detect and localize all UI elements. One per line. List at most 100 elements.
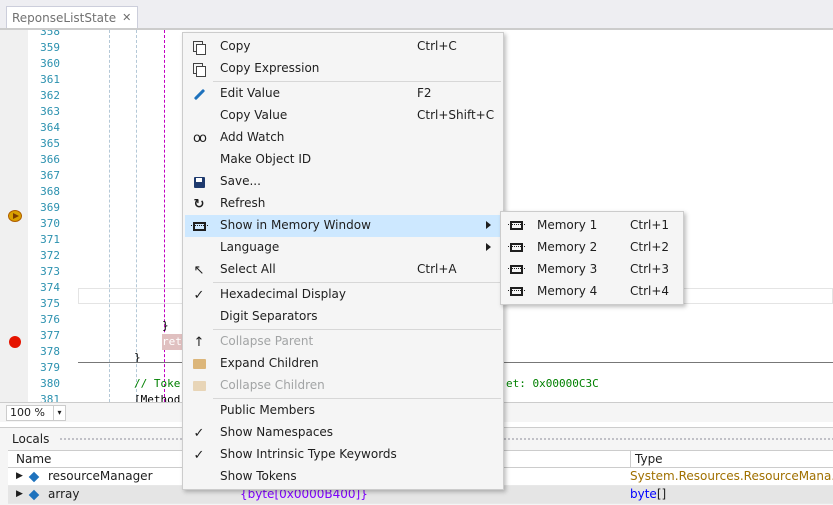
submenu-item-memory-2[interactable]: Memory 2 Ctrl+2 [503, 237, 681, 259]
locals-title: Locals [12, 432, 50, 446]
menu-item-collapse-parent[interactable]: ↑ Collapse Parent [185, 331, 501, 353]
save-icon [191, 174, 207, 190]
menu-item-select-all[interactable]: ↖ Select All Ctrl+A [185, 259, 501, 281]
zoom-level-combo[interactable]: 100 % ▾ [6, 405, 66, 421]
object-icon [28, 471, 40, 483]
menu-item-show-namespaces[interactable]: ✓ Show Namespaces [185, 422, 501, 444]
memory-window-submenu: Memory 1 Ctrl+1 Memory 2 Ctrl+2 Memory 3… [500, 211, 684, 305]
document-tab-strip: ReponseListState ✕ [0, 0, 833, 30]
menu-item-expand-children[interactable]: Expand Children [185, 353, 501, 375]
line-number: 365 [40, 137, 60, 150]
menu-item-label: Select All [220, 262, 276, 276]
menu-item-make-object-id[interactable]: Make Object ID [185, 149, 501, 171]
column-header-name[interactable]: Name [16, 452, 51, 466]
collapse-parent-icon: ↑ [193, 334, 205, 350]
menu-item-public-members[interactable]: Public Members [185, 400, 501, 422]
refresh-icon: ↻ [193, 196, 205, 212]
local-type: System.Resources.ResourceMana... [630, 469, 833, 483]
line-number: 377 [40, 329, 60, 342]
code-return-keyword: ret [162, 335, 182, 348]
line-number: 368 [40, 185, 60, 198]
menu-item-show-tokens[interactable]: Show Tokens [185, 466, 501, 488]
submenu-item-memory-3[interactable]: Memory 3 Ctrl+3 [503, 259, 681, 281]
code-comment-tail: et: 0x00000C3C [506, 377, 599, 390]
memory-chip-icon [190, 218, 208, 234]
line-number: 372 [40, 249, 60, 262]
submenu-item-shortcut: Ctrl+4 [630, 284, 670, 298]
indent-guide [109, 30, 110, 402]
line-number: 376 [40, 313, 60, 326]
line-number: 362 [40, 89, 60, 102]
menu-item-add-watch[interactable]: oo Add Watch [185, 127, 501, 149]
submenu-item-label: Memory 3 [537, 262, 598, 276]
submenu-item-shortcut: Ctrl+2 [630, 240, 670, 254]
glasses-icon: oo [193, 130, 207, 146]
menu-item-label: Show Tokens [220, 469, 297, 483]
object-icon [28, 489, 40, 501]
expand-arrow-icon[interactable]: ▶ [16, 471, 23, 481]
line-number: 379 [40, 361, 60, 374]
menu-item-label: Copy Expression [220, 61, 320, 75]
chevron-down-icon[interactable]: ▾ [53, 406, 65, 420]
menu-item-label: Edit Value [220, 86, 281, 100]
submenu-item-label: Memory 1 [537, 218, 598, 232]
code-brace: } [162, 319, 169, 332]
column-separator[interactable] [630, 451, 631, 469]
menu-item-digit-separators[interactable]: Digit Separators [185, 306, 501, 328]
line-number: 369 [40, 201, 60, 214]
submenu-item-label: Memory 4 [537, 284, 598, 298]
menu-item-show-intrinsic-type-keywords[interactable]: ✓ Show Intrinsic Type Keywords [185, 444, 501, 466]
menu-item-label: Refresh [220, 196, 266, 210]
menu-item-label: Make Object ID [220, 152, 312, 166]
copy-icon [191, 39, 207, 55]
submenu-item-memory-4[interactable]: Memory 4 Ctrl+4 [503, 281, 681, 303]
line-number: 358 [40, 30, 60, 38]
menu-item-copy[interactable]: Copy Ctrl+C [185, 36, 501, 58]
menu-item-label: Copy [220, 39, 251, 53]
breakpoint-icon[interactable] [9, 336, 21, 348]
submenu-item-shortcut: Ctrl+3 [630, 262, 670, 276]
code-brace: } [134, 351, 141, 364]
menu-item-label: Collapse Children [220, 378, 325, 392]
type-suffix: [] [656, 487, 667, 501]
folder-open-icon [191, 356, 207, 372]
menu-item-save[interactable]: Save... [185, 171, 501, 193]
document-tab-title: ReponseListState [12, 10, 117, 25]
submenu-item-memory-1[interactable]: Memory 1 Ctrl+1 [503, 215, 681, 237]
line-number: 359 [40, 41, 60, 54]
copy-icon [191, 61, 207, 77]
menu-item-label: Expand Children [220, 356, 319, 370]
code-comment: // Toke [134, 377, 181, 390]
menu-item-edit-value[interactable]: Edit Value F2 [185, 83, 501, 105]
submenu-item-shortcut: Ctrl+1 [630, 218, 670, 232]
menu-separator [213, 282, 501, 283]
menu-item-shortcut: Ctrl+C [417, 39, 457, 53]
local-name: array [48, 487, 80, 501]
checkmark-icon: ✓ [193, 447, 205, 463]
menu-item-label: Show Namespaces [220, 425, 334, 439]
checkmark-icon: ✓ [193, 425, 205, 441]
menu-item-label: Digit Separators [220, 309, 318, 323]
column-header-type[interactable]: Type [635, 452, 663, 466]
menu-item-language[interactable]: Language [185, 237, 501, 259]
pencil-icon [191, 86, 207, 102]
expand-arrow-icon[interactable]: ▶ [16, 489, 23, 499]
menu-item-copy-expression[interactable]: Copy Expression [185, 58, 501, 80]
menu-item-hexadecimal-display[interactable]: ✓ Hexadecimal Display [185, 284, 501, 306]
menu-item-collapse-children[interactable]: Collapse Children [185, 375, 501, 397]
line-number: 367 [40, 169, 60, 182]
menu-item-label: Hexadecimal Display [220, 287, 347, 301]
instruction-pointer-icon [8, 210, 22, 222]
menu-item-show-in-memory-window[interactable]: Show in Memory Window [185, 215, 501, 237]
checkmark-icon: ✓ [193, 287, 205, 303]
document-tab[interactable]: ReponseListState ✕ [6, 6, 139, 28]
menu-item-copy-value[interactable]: Copy Value Ctrl+Shift+C [185, 105, 501, 127]
submenu-arrow-icon [486, 243, 491, 251]
menu-item-refresh[interactable]: ↻ Refresh [185, 193, 501, 215]
indent-guide [136, 30, 137, 402]
line-number: 375 [40, 297, 60, 310]
memory-chip-icon [508, 262, 525, 278]
memory-chip-icon [508, 284, 525, 300]
close-tab-icon[interactable]: ✕ [122, 11, 131, 24]
menu-item-label: Collapse Parent [220, 334, 314, 348]
